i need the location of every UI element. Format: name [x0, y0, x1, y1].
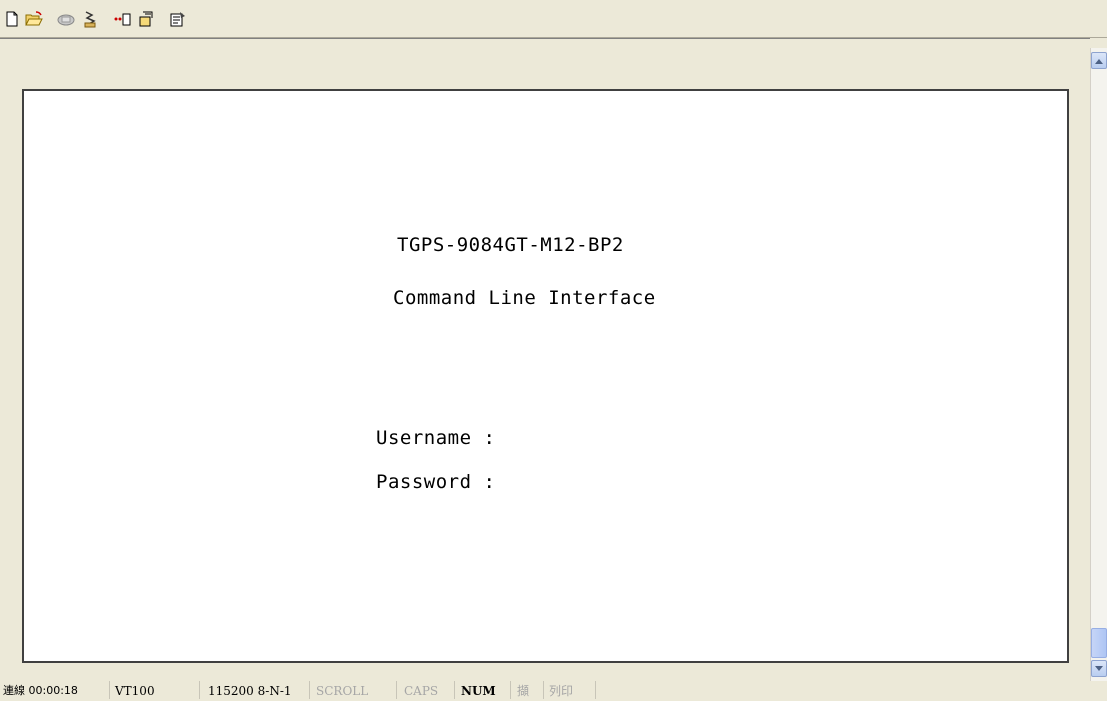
properties-icon[interactable] — [168, 9, 188, 29]
vertical-scrollbar[interactable] — [1090, 48, 1107, 681]
send-icon[interactable] — [112, 9, 132, 29]
connect-phone-icon[interactable] — [56, 9, 76, 29]
status-bar: 連線 00:00:18 VT100 115200 8-N-1 SCROLL CA… — [0, 681, 1107, 699]
scrollbar-thumb[interactable] — [1091, 628, 1107, 658]
status-caps: CAPS — [401, 681, 455, 699]
status-print: 列印 — [546, 681, 596, 699]
status-num: NUM — [458, 681, 511, 699]
scroll-down-button[interactable] — [1091, 660, 1107, 677]
status-connection-time: 連線 00:00:18 — [0, 681, 110, 699]
status-emulation: VT100 — [112, 681, 200, 699]
status-port-settings: 115200 8-N-1 — [205, 681, 310, 699]
new-document-icon[interactable] — [2, 9, 22, 29]
terminal-client-area[interactable]: TGPS-9084GT-M12-BP2 Command Line Interfa… — [0, 38, 1090, 681]
status-capture: 擷 — [514, 681, 544, 699]
password-prompt: Password : — [376, 471, 496, 493]
chevron-up-icon — [1095, 58, 1103, 64]
toolbar — [0, 0, 1107, 38]
cli-title-text: Command Line Interface — [393, 287, 656, 309]
disconnect-icon[interactable] — [80, 9, 100, 29]
chevron-down-icon — [1095, 665, 1103, 671]
scroll-up-button[interactable] — [1091, 52, 1107, 69]
open-folder-icon[interactable] — [24, 9, 44, 29]
receive-icon[interactable] — [136, 9, 156, 29]
status-scroll: SCROLL — [313, 681, 397, 699]
device-model-text: TGPS-9084GT-M12-BP2 — [397, 234, 624, 256]
username-prompt: Username : — [376, 427, 496, 449]
terminal-screen[interactable]: TGPS-9084GT-M12-BP2 Command Line Interfa… — [22, 89, 1069, 663]
